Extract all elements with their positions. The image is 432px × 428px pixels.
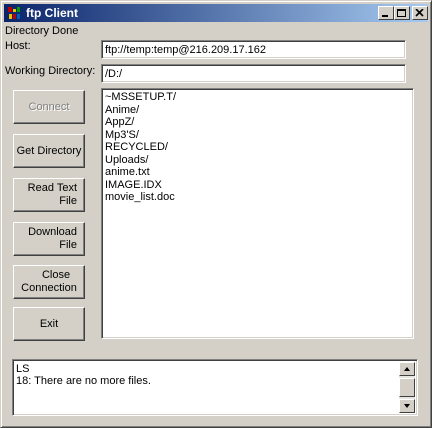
list-item[interactable]: Uploads/ (105, 154, 410, 167)
close-button[interactable] (412, 6, 428, 20)
exit-button-label: Exit (39, 317, 59, 330)
log-scrollbar[interactable] (399, 362, 415, 413)
read-text-file-label-line1: Read Text (27, 182, 77, 194)
close-connection-button[interactable]: Close Connection (13, 265, 85, 299)
log-line: 18: There are no more files. (16, 375, 151, 387)
list-item[interactable]: Anime/ (105, 104, 410, 117)
window-title: ftp Client (26, 6, 78, 20)
host-label: Host: (5, 40, 31, 52)
download-file-label-line1: Download (28, 226, 77, 238)
list-item[interactable]: IMAGE.IDX (105, 179, 410, 192)
read-text-file-label-line2: File (59, 195, 77, 207)
title-bar[interactable]: ftp Client (4, 4, 428, 22)
minimize-button[interactable] (378, 6, 394, 20)
working-directory-input[interactable]: /D:/ (101, 64, 406, 83)
read-text-file-button[interactable]: Read Text File (13, 178, 85, 212)
list-item[interactable]: Mp3'S/ (105, 129, 410, 142)
log-line: LS (16, 363, 30, 375)
ftp-client-window: ftp Client Directory Done Host: ftp://te… (0, 0, 432, 428)
scroll-thumb[interactable] (399, 378, 415, 397)
get-directory-button-label: Get Directory (16, 144, 82, 157)
log-text: LS 18: There are no more files. (16, 363, 151, 387)
close-connection-label-line2: Connection (21, 282, 77, 294)
maximize-icon (397, 9, 406, 17)
log-textarea[interactable]: LS 18: There are no more files. (12, 359, 418, 416)
list-item[interactable]: AppZ/ (105, 116, 410, 129)
directory-listbox[interactable]: ~MSSETUP.T/ Anime/ AppZ/ Mp3'S/ RECYCLED… (101, 88, 414, 339)
close-icon (415, 9, 424, 17)
arrow-up-icon (404, 367, 410, 371)
download-file-label-line2: File (59, 239, 77, 251)
host-input[interactable]: ftp://temp:temp@216.209.17.162 (101, 40, 406, 59)
connect-button[interactable]: Connect (13, 90, 85, 124)
status-label: Directory Done (5, 25, 79, 37)
app-icon (8, 7, 20, 19)
download-file-button[interactable]: Download File (13, 222, 85, 256)
list-item[interactable]: RECYCLED/ (105, 141, 410, 154)
list-item[interactable]: ~MSSETUP.T/ (105, 91, 410, 104)
working-directory-label: Working Directory: (5, 65, 96, 77)
get-directory-button[interactable]: Get Directory (13, 134, 85, 168)
arrow-down-icon (404, 404, 410, 408)
maximize-button[interactable] (394, 6, 410, 20)
connect-button-label: Connect (28, 100, 70, 113)
exit-button[interactable]: Exit (13, 307, 85, 341)
close-connection-label-line1: Close (41, 269, 71, 281)
list-item[interactable]: movie_list.doc (105, 191, 410, 204)
minimize-icon (382, 15, 388, 17)
list-item[interactable]: anime.txt (105, 166, 410, 179)
scroll-up-button[interactable] (399, 362, 415, 376)
scroll-down-button[interactable] (399, 399, 415, 413)
